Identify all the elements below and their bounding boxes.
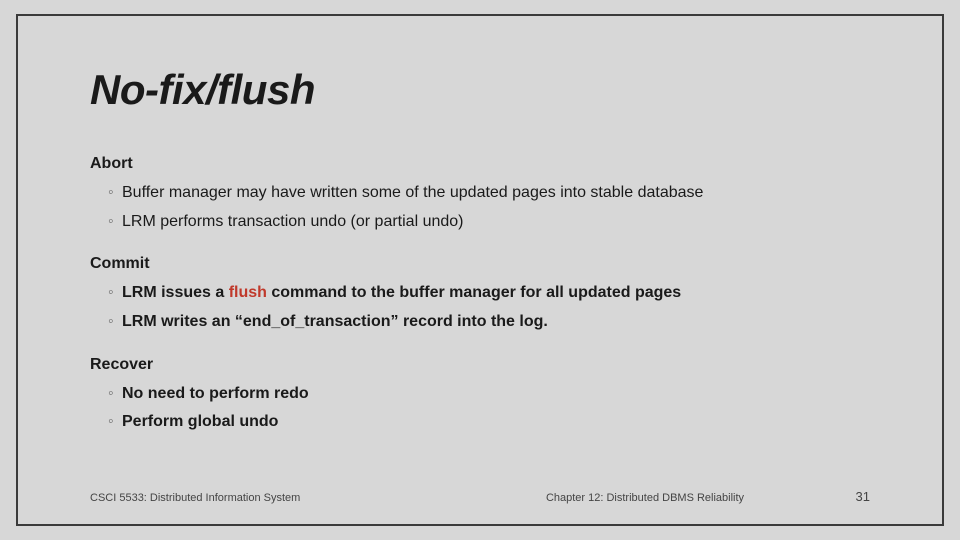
bullet-marker-icon: ◦ [108,410,122,435]
section-heading: Abort [90,152,870,177]
bullet-item: ◦ Buffer manager may have written some o… [90,181,870,206]
bullet-marker-icon: ◦ [108,210,122,235]
bullet-text-post: command to the buffer manager for all up… [267,284,681,301]
section-abort: Abort ◦ Buffer manager may have written … [90,152,870,234]
bullet-text: No need to perform redo [122,382,870,407]
slide-footer: CSCI 5533: Distributed Information Syste… [90,479,870,504]
bullet-text: LRM performs transaction undo (or partia… [122,210,870,235]
section-heading: Commit [90,252,870,277]
bullet-text-pre: LRM issues a [122,284,229,301]
bullet-item: ◦ LRM issues a flush command to the buff… [90,281,870,306]
bullet-marker-icon: ◦ [108,310,122,335]
bullet-item: ◦ LRM performs transaction undo (or part… [90,210,870,235]
bullet-marker-icon: ◦ [108,181,122,206]
bullet-marker-icon: ◦ [108,281,122,306]
page-number: 31 [830,489,870,504]
bullet-marker-icon: ◦ [108,382,122,407]
bullet-item: ◦ No need to perform redo [90,382,870,407]
footer-center: Chapter 12: Distributed DBMS Reliability [460,492,830,504]
section-recover: Recover ◦ No need to perform redo ◦ Perf… [90,353,870,435]
slide-frame: No-fix/flush Abort ◦ Buffer manager may … [16,14,944,526]
bullet-item: ◦ Perform global undo [90,410,870,435]
emphasis-flush: flush [229,284,267,301]
footer-left: CSCI 5533: Distributed Information Syste… [90,492,460,504]
bullet-item: ◦ LRM writes an “end_of_transaction” rec… [90,310,870,335]
bullet-text: Perform global undo [122,410,870,435]
section-commit: Commit ◦ LRM issues a flush command to t… [90,252,870,334]
slide-content: Abort ◦ Buffer manager may have written … [90,152,870,479]
bullet-text: LRM writes an “end_of_transaction” recor… [122,310,870,335]
slide-title: No-fix/flush [90,66,870,114]
section-heading: Recover [90,353,870,378]
bullet-text: LRM issues a flush command to the buffer… [122,281,870,306]
bullet-text: Buffer manager may have written some of … [122,181,870,206]
